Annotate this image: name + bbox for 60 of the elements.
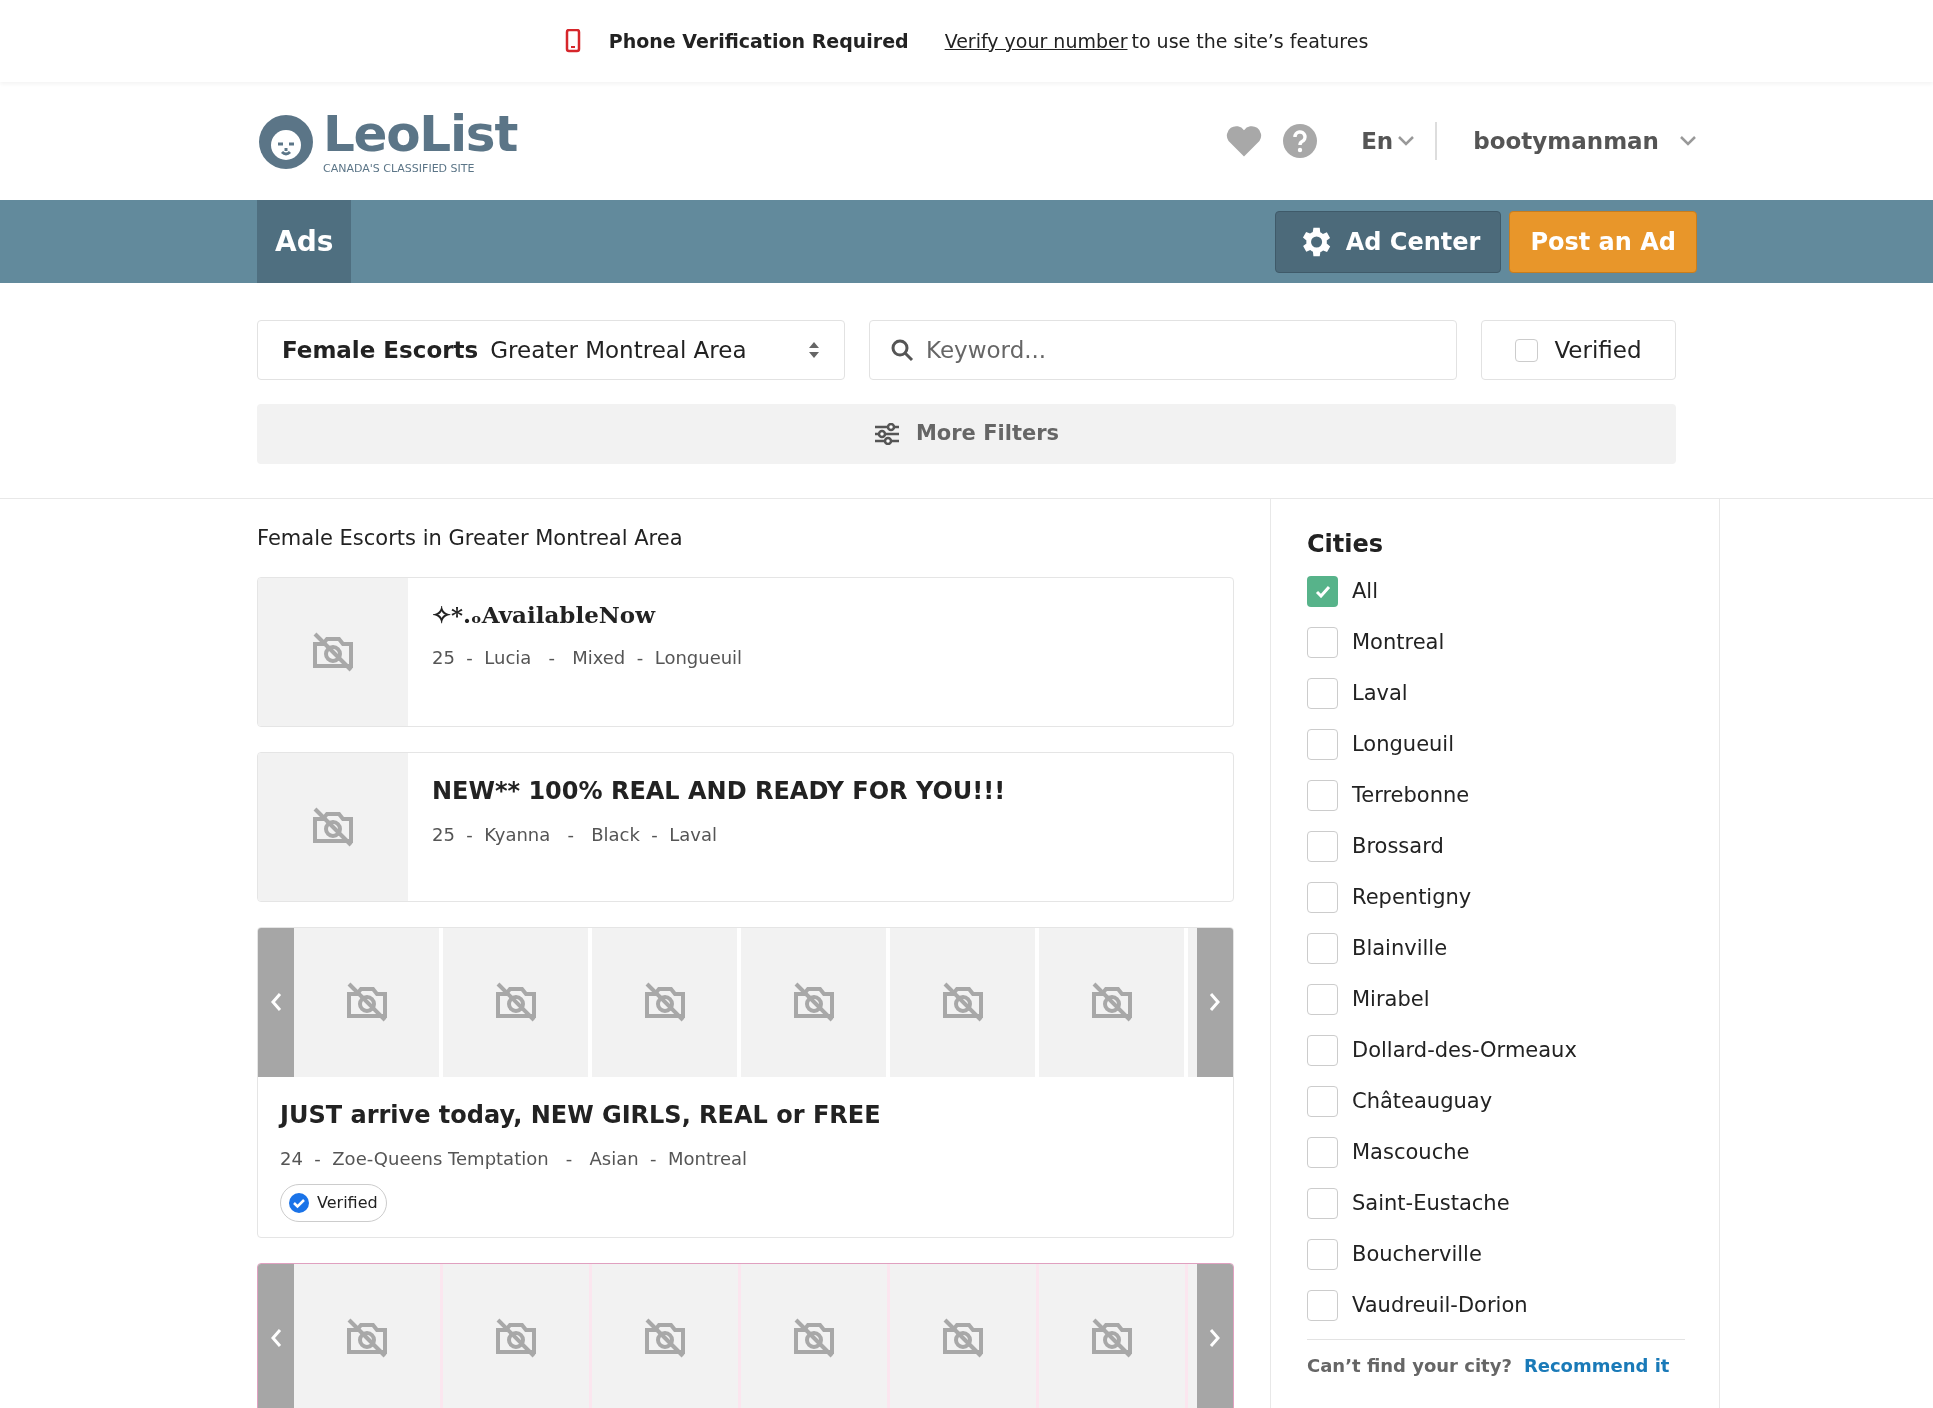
city-option[interactable]: Montreal xyxy=(1307,617,1685,668)
chevron-left-icon xyxy=(270,1328,282,1348)
verified-filter[interactable]: Verified xyxy=(1481,320,1676,380)
city-option[interactable]: Repentigny xyxy=(1307,872,1685,923)
chevron-down-icon xyxy=(1679,135,1697,147)
sliders-icon xyxy=(873,423,900,445)
city-option[interactable]: Mirabel xyxy=(1307,974,1685,1025)
logo-text: LeoList xyxy=(323,108,518,159)
next-photo-button[interactable] xyxy=(1197,1263,1233,1408)
cities-heading: Cities xyxy=(1307,529,1385,560)
checkmark-icon xyxy=(1314,585,1331,598)
sort-arrows-icon xyxy=(808,340,820,360)
city-option[interactable]: Brossard xyxy=(1307,821,1685,872)
next-photo-button[interactable] xyxy=(1197,927,1233,1077)
nav-tab[interactable]: Ads xyxy=(257,200,352,283)
city-option[interactable]: Saint-Eustache xyxy=(1307,1178,1685,1229)
banner-title: Phone Verification Required xyxy=(608,28,909,54)
city-option[interactable]: Dollard-des-Ormeaux xyxy=(1307,1025,1685,1076)
ad-title[interactable]: NEW** 100% REAL AND READY FOR YOU!!! xyxy=(432,772,1006,809)
city-option[interactable]: Blainville xyxy=(1307,923,1685,974)
search-icon xyxy=(890,338,914,362)
category-location-select[interactable]: Female Escorts Greater Montreal Area xyxy=(257,320,845,380)
ad-details: 25 - Lucia - Mixed - Longueuil xyxy=(432,646,743,670)
city-option[interactable]: Châteauguay xyxy=(1307,1076,1685,1127)
ad-card[interactable]: ✧*.ₒAvailableNow 25 - Lucia - Mixed - Longueuil xyxy=(257,576,1234,727)
city-option[interactable]: All xyxy=(1307,566,1685,617)
cant-find-city-text: Can’t find your city? xyxy=(1307,1354,1512,1378)
ad-details: 24 - Zoe-Queens Temptation - Asian - Montreal xyxy=(280,1146,748,1171)
chevron-right-icon xyxy=(1209,992,1221,1012)
chevron-down-icon xyxy=(1397,135,1416,147)
verify-link[interactable]: Verify your number xyxy=(944,26,1128,56)
ad-card[interactable]: JUST arrive today, NEW GIRLS, REAL or FREE 24 - Zoe-Queens Temptation - Asian - Montreal Verified xyxy=(257,926,1234,1238)
previous-photo-button[interactable] xyxy=(258,1263,294,1408)
city-option[interactable]: Mascouche xyxy=(1307,1127,1685,1178)
ad-title[interactable]: JUST arrive today, NEW GIRLS, REAL or FREE xyxy=(280,1096,881,1133)
ad-center-button[interactable]: Ad Center xyxy=(1274,210,1502,273)
keyword-field[interactable]: Keyword... xyxy=(869,320,1457,380)
chevron-right-icon xyxy=(1209,1328,1221,1348)
ad-card[interactable]: NEW** 100% REAL AND READY FOR YOU!!! 25 - Kyanna - Black - Laval xyxy=(257,751,1234,902)
more-filters-button[interactable]: More Filters xyxy=(257,404,1676,464)
listing-heading: Female Escorts in Greater Montreal Area xyxy=(257,525,684,552)
city-option[interactable]: Longueuil xyxy=(1307,719,1685,770)
banner-text: to use the site’s features xyxy=(1131,28,1369,54)
previous-photo-button[interactable] xyxy=(258,927,294,1077)
lion-logo-icon xyxy=(257,112,315,170)
keyword-input[interactable]: Keyword... xyxy=(926,332,1436,368)
phone-icon xyxy=(564,29,581,53)
city-option[interactable]: Laval xyxy=(1307,668,1685,719)
logo-tagline: CANADA'S CLASSIFIED SITE xyxy=(323,162,476,174)
city-option[interactable]: Boucherville xyxy=(1307,1229,1685,1280)
help-icon[interactable] xyxy=(1283,124,1318,158)
user-menu[interactable]: bootymanman xyxy=(1473,123,1697,159)
chevron-left-icon xyxy=(270,992,282,1012)
language-selector[interactable]: En xyxy=(1361,123,1416,159)
heart-icon[interactable] xyxy=(1225,124,1264,158)
ad-details: 25 - Kyanna - Black - Laval xyxy=(432,822,718,847)
ad-title[interactable]: ✧*.ₒAvailableNow xyxy=(432,597,743,632)
city-option[interactable]: Vaudreuil-Dorion xyxy=(1307,1280,1685,1331)
city-option[interactable]: Terrebonne xyxy=(1307,770,1685,821)
recommend-city-link[interactable]: Recommend it xyxy=(1523,1352,1670,1379)
